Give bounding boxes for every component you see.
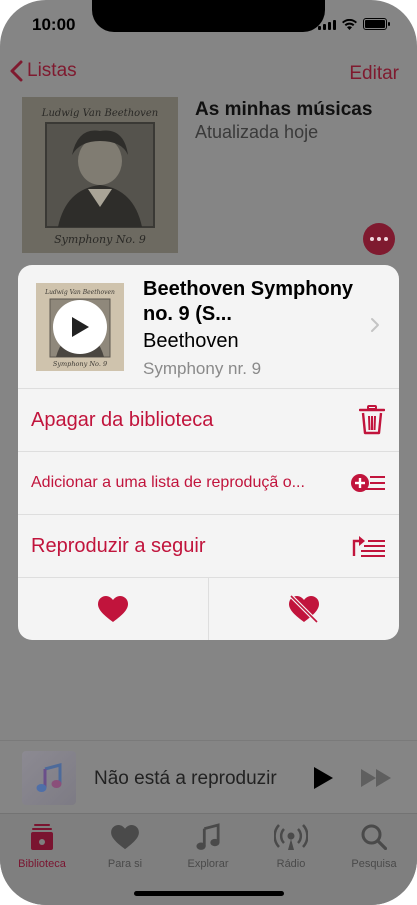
art-bottom-text: Symphony No. 9: [54, 233, 146, 246]
tab-biblioteca[interactable]: Biblioteca: [0, 820, 84, 870]
more-dot: [370, 237, 374, 241]
tab-label: Pesquisa: [351, 858, 397, 870]
radio-icon: [274, 824, 308, 850]
play-next-item[interactable]: Reproduzir a seguir: [18, 515, 399, 578]
more-dot: [377, 237, 381, 241]
playlist-subtitle: Atualizada hoje: [195, 122, 319, 142]
heart-icon: [111, 824, 139, 849]
menu-label: Reproduzir a seguir: [31, 534, 206, 557]
add-to-playlist-icon: [351, 474, 385, 492]
tab-explorar[interactable]: Explorar: [166, 820, 250, 870]
song-header[interactable]: Ludwig Van Beethoven Symphony No. 9 Beet…: [18, 265, 399, 389]
edit-button[interactable]: Editar: [349, 63, 399, 85]
phone-screen: 10:00 Listas Editar Ludwig Van Beethoven…: [0, 0, 417, 905]
playlist-artwork[interactable]: Ludwig Van Beethoven Symphony No. 9: [22, 97, 178, 253]
tab-label: Explorar: [187, 858, 229, 870]
library-icon: [31, 824, 53, 850]
menu-label: Apagar da biblioteca: [31, 408, 214, 431]
song-title: Beethoven Symphony no. 9 (S...: [143, 278, 354, 325]
music-note-icon: [36, 763, 62, 792]
card-art-bottom-text: Symphony No. 9: [53, 360, 107, 368]
status-icons: [318, 18, 390, 30]
song-artist: Beethoven: [143, 330, 239, 352]
song-album: Symphony nr. 9: [143, 359, 262, 378]
tab-label: Para si: [107, 858, 143, 870]
mini-player[interactable]: Não está a reproduzir: [0, 740, 417, 813]
tab-para-si[interactable]: Para si: [83, 820, 167, 870]
search-icon: [361, 824, 387, 850]
art-top-text: Ludwig Van Beethoven: [41, 108, 158, 119]
love-dislike-row: [18, 578, 399, 640]
music-note-icon: [196, 823, 220, 850]
more-options-button[interactable]: [363, 223, 395, 255]
heart-broken-icon: [288, 594, 319, 624]
mini-player-artwork: [22, 751, 76, 805]
dislike-button[interactable]: [209, 578, 400, 640]
fast-forward-icon[interactable]: [361, 768, 391, 788]
chevron-left-icon: [10, 60, 23, 82]
song-context-menu: Ludwig Van Beethoven Symphony No. 9 Beet…: [18, 265, 399, 640]
playlist-title: As minhas músicas: [195, 99, 373, 120]
signal-icon: [318, 20, 336, 30]
chevron-right-icon: [371, 318, 379, 332]
status-time: 10:00: [32, 15, 76, 34]
tab-label: Biblioteca: [18, 858, 66, 870]
more-dot: [384, 237, 388, 241]
trash-icon: [359, 405, 385, 435]
card-art-top-text: Ludwig Van Beethoven: [44, 289, 115, 296]
tab-radio[interactable]: Rádio: [249, 820, 333, 870]
play-button[interactable]: [53, 300, 107, 354]
battery-icon: [363, 18, 390, 30]
back-button[interactable]: Listas: [10, 60, 77, 82]
tab-label: Rádio: [276, 858, 306, 870]
love-button[interactable]: [18, 578, 209, 640]
play-icon: [72, 317, 89, 337]
back-label: Listas: [27, 60, 77, 81]
tab-pesquisa[interactable]: Pesquisa: [332, 820, 416, 870]
delete-from-library-item[interactable]: Apagar da biblioteca: [18, 389, 399, 452]
notch: [92, 0, 325, 32]
play-icon[interactable]: [312, 766, 334, 790]
mini-player-status: Não está a reproduzir: [94, 768, 277, 789]
wifi-icon: [342, 19, 357, 30]
menu-label: Adicionar a uma lista de reproduçã o...: [31, 474, 305, 491]
song-artwork: Ludwig Van Beethoven Symphony No. 9: [36, 283, 124, 371]
add-to-playlist-item[interactable]: Adicionar a uma lista de reproduçã o...: [18, 452, 399, 515]
beethoven-portrait-art: Ludwig Van Beethoven Symphony No. 9: [22, 97, 178, 253]
home-indicator[interactable]: [134, 891, 284, 896]
heart-icon: [97, 595, 128, 622]
play-next-icon: [352, 536, 385, 557]
